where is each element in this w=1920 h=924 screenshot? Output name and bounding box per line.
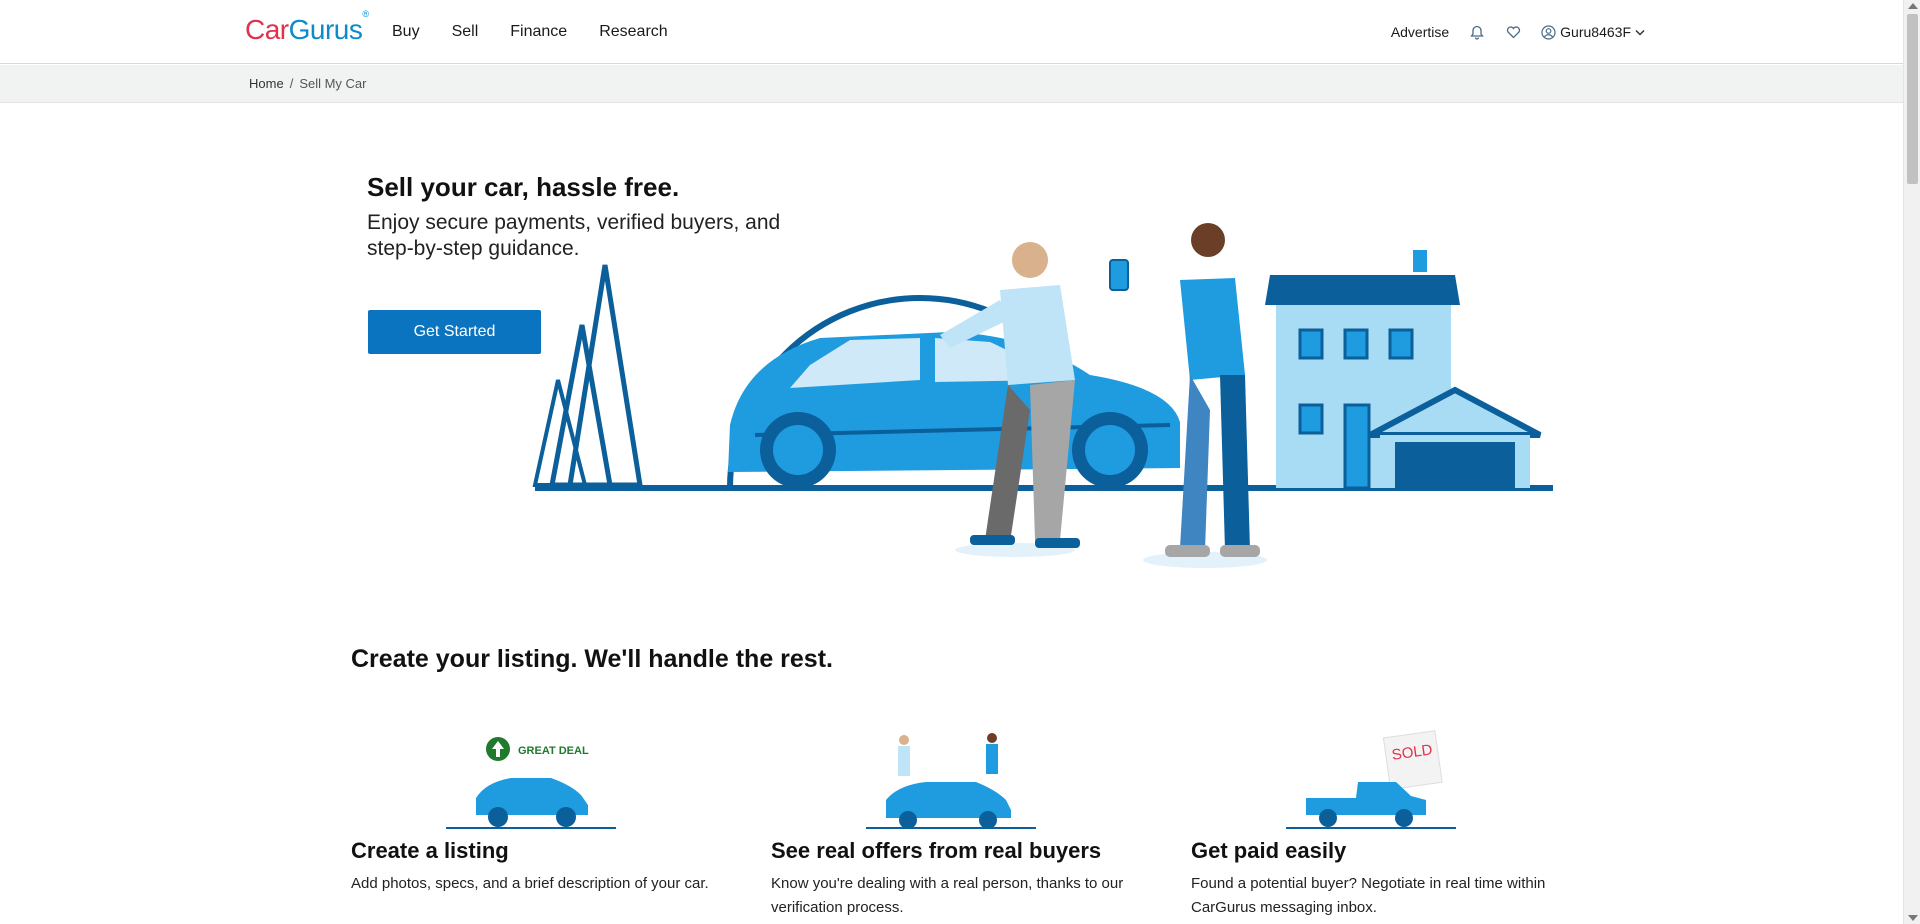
main-nav: Buy Sell Finance Research (392, 0, 668, 64)
buyers-car-icon (866, 733, 1036, 829)
scroll-up-arrow[interactable] (1908, 3, 1918, 9)
hero-title: Sell your car, hassle free. (367, 172, 680, 202)
username-label: Guru8463F (1560, 24, 1631, 40)
logo-trademark: ® (362, 8, 369, 19)
cargurus-logo[interactable]: CarGurus® (245, 9, 369, 46)
nav-research[interactable]: Research (599, 23, 667, 41)
chevron-down-icon (1635, 29, 1645, 36)
nav-sell[interactable]: Sell (452, 23, 479, 41)
top-header: CarGurus® Buy Sell Finance Research Adve… (0, 0, 1903, 64)
bell-icon[interactable] (1469, 24, 1485, 40)
heart-icon[interactable] (1505, 24, 1521, 40)
breadcrumb-home[interactable]: Home (249, 76, 284, 91)
advertise-link[interactable]: Advertise (1391, 24, 1449, 40)
nav-buy[interactable]: Buy (392, 23, 420, 41)
logo-car-text: Car (245, 14, 289, 45)
step-text: Add photos, specs, and a brief descripti… (351, 875, 709, 892)
scrollbar-thumb[interactable] (1907, 14, 1918, 184)
header-right: Advertise Guru8463F (1391, 0, 1645, 64)
step-title: Get paid easily (1191, 838, 1347, 863)
step-title: Create a listing (351, 838, 509, 863)
nav-finance[interactable]: Finance (510, 23, 567, 41)
hero-illustration (532, 223, 1553, 568)
breadcrumb-current: Sell My Car (299, 76, 367, 91)
scroll-down-arrow[interactable] (1908, 915, 1918, 921)
great-deal-car-icon: GREAT DEAL (446, 737, 616, 829)
step-title: See real offers from real buyers (771, 838, 1102, 863)
breadcrumb: Home / Sell My Car (249, 76, 367, 91)
get-started-button[interactable]: Get Started (368, 310, 541, 354)
section-title: Create your listing. We'll handle the re… (351, 645, 833, 673)
logo-gurus-text: Gurus (288, 14, 363, 45)
step-text: Found a potential buyer? Negotiate in re… (1191, 875, 1546, 916)
great-deal-badge: GREAT DEAL (518, 745, 589, 757)
step-text: Know you're dealing with a real person, … (771, 875, 1124, 916)
user-menu[interactable]: Guru8463F (1541, 24, 1645, 40)
user-circle-icon (1541, 24, 1556, 40)
page-scrollbar[interactable] (1903, 0, 1920, 924)
sold-truck-icon: SOLD (1286, 730, 1456, 829)
breadcrumb-bar: Home / Sell My Car (0, 65, 1903, 103)
breadcrumb-separator: / (289, 76, 294, 91)
